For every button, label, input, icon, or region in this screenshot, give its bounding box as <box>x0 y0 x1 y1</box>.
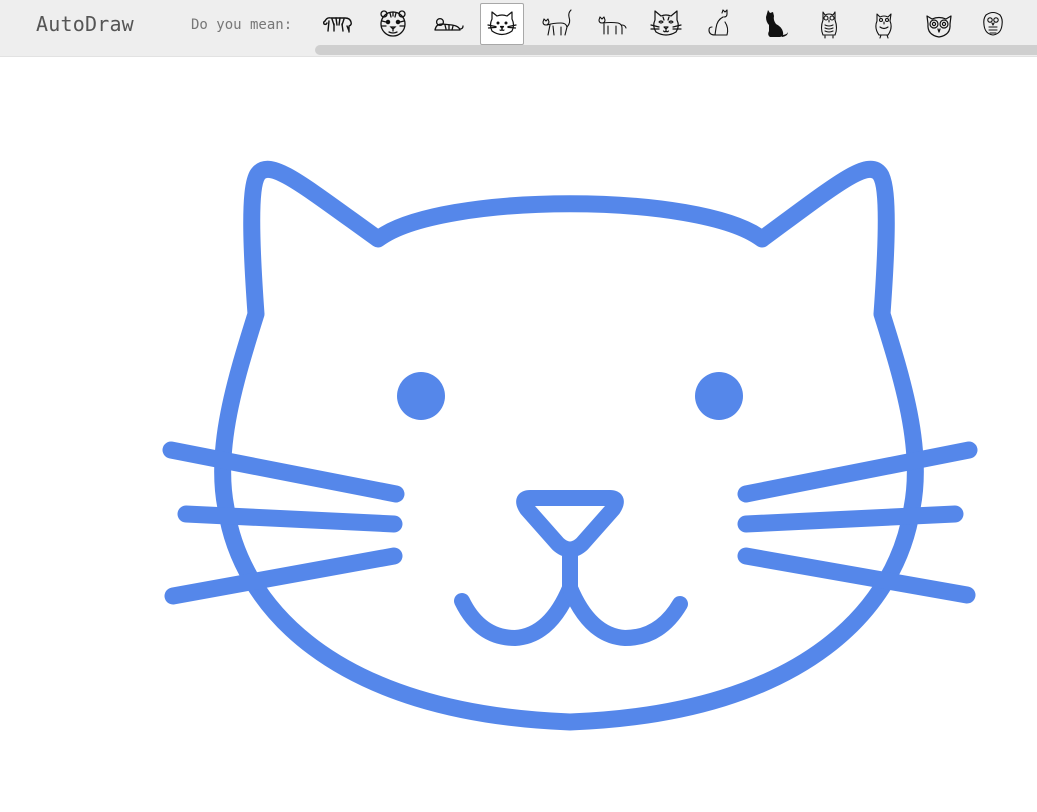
suggestion-owl-small[interactable] <box>971 3 1015 45</box>
cat-sitting-icon <box>708 9 729 36</box>
suggestion-scrollbar[interactable] <box>315 45 1037 55</box>
suggestion-list <box>316 2 1026 46</box>
whisker-right-middle <box>737 505 964 533</box>
whisker-right-bottom <box>737 547 976 604</box>
suggestion-toolbar: AutoDraw Do you mean: <box>0 0 1037 57</box>
suggestion-owl-face[interactable] <box>917 3 961 45</box>
whisker-right-top <box>737 441 978 503</box>
suggestion-owl-standing[interactable] <box>807 3 851 45</box>
cat-silhouette-icon <box>765 10 788 37</box>
suggestion-cat-standing[interactable] <box>589 3 633 45</box>
whisker-left-bottom <box>164 547 403 605</box>
cat-mouth-right <box>562 580 688 646</box>
suggestion-prompt: Do you mean: <box>191 17 293 33</box>
suggestion-tiger-walking[interactable] <box>316 3 360 45</box>
suggestion-cat-silhouette[interactable] <box>753 3 797 45</box>
suggestion-cat-face[interactable] <box>479 3 524 45</box>
suggestion-cat-walking-outline[interactable] <box>534 3 578 45</box>
cat-nose <box>516 490 624 558</box>
cat-face-detailed-icon <box>649 10 682 36</box>
cat-walking-outline-icon <box>542 9 572 36</box>
app-title: AutoDraw <box>36 12 134 36</box>
cat-face-icon <box>487 11 517 36</box>
cat-head-outline <box>214 160 924 731</box>
suggestion-tiger-lying[interactable] <box>425 3 469 45</box>
tiger-walking-icon <box>322 17 352 33</box>
suggestion-owl-outline[interactable] <box>862 3 906 45</box>
cat-eye-left <box>397 372 445 420</box>
whisker-left-top <box>162 441 405 503</box>
suggestion-tiger-face[interactable] <box>371 3 415 45</box>
tiger-face-icon <box>379 10 406 37</box>
suggestion-cat-sitting[interactable] <box>698 3 742 45</box>
cat-eye-right <box>695 372 743 420</box>
owl-face-icon <box>925 15 952 38</box>
owl-small-icon <box>983 11 1003 36</box>
suggestion-cat-face-detailed[interactable] <box>644 3 688 45</box>
cat-standing-icon <box>598 16 627 35</box>
cat-mouth <box>454 542 578 646</box>
owl-standing-icon <box>821 11 838 39</box>
drawing-canvas[interactable] <box>0 58 1037 812</box>
owl-outline-icon <box>875 13 892 39</box>
tiger-lying-icon <box>434 17 464 31</box>
whisker-left-middle <box>177 505 403 533</box>
cat-face-drawing <box>162 160 978 731</box>
